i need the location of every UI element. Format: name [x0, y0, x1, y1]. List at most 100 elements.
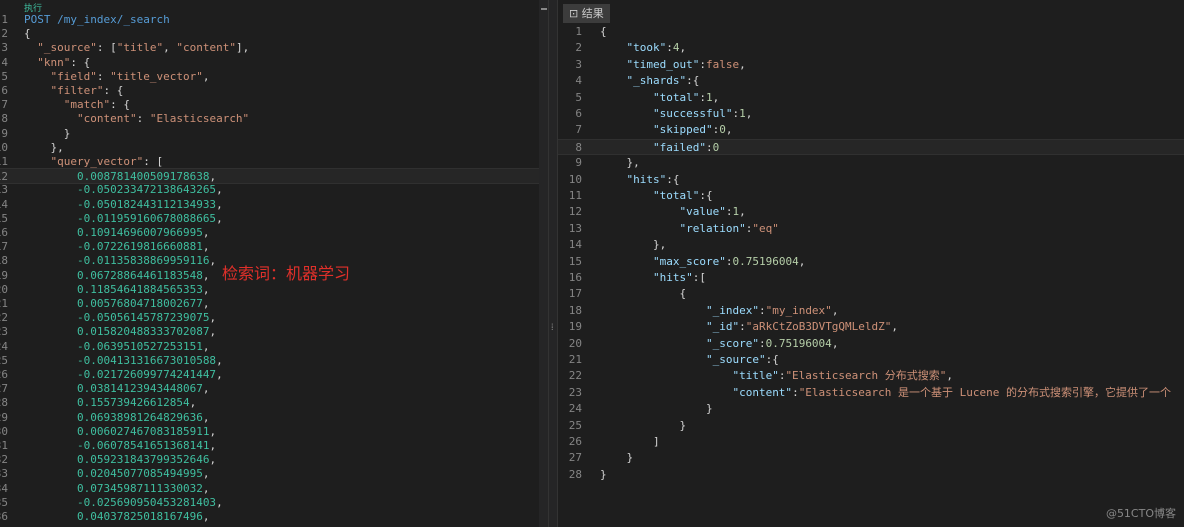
- code-token: },: [600, 238, 667, 252]
- code-line: 12 "value":1,: [558, 204, 1184, 220]
- code-token: -0.011959160678088665: [76, 211, 217, 225]
- code-token: "_index": [705, 303, 759, 317]
- code-line: 19 "_id":"aRkCtZoB3DVTgQMLeldZ",: [558, 319, 1184, 335]
- code-token: -0.021726099774241447: [76, 368, 217, 381]
- code-token: }: [600, 467, 607, 481]
- code-token: :: [136, 112, 150, 126]
- line-number: 12: [568, 205, 582, 219]
- code-token: -0.0722619816660881: [76, 240, 203, 254]
- line-number: 24: [568, 402, 582, 416]
- code-text: "hits":[: [600, 270, 706, 286]
- request-scrollbar[interactable]: [539, 0, 548, 527]
- code-token: -0.050233472138643265: [76, 183, 217, 197]
- code-token: ,: [216, 197, 223, 211]
- code-token: ,: [745, 107, 753, 120]
- line-number: 13: [568, 221, 582, 235]
- tab-results[interactable]: ⊡ 结果: [563, 4, 610, 23]
- code-token: :: [96, 69, 111, 83]
- code-token: ],: [235, 41, 250, 55]
- code-line: 7 "skipped":0,: [558, 122, 1184, 138]
- code-text: "relation":"eq": [600, 221, 778, 237]
- line-number: 2: [575, 41, 582, 55]
- code-token: ,: [209, 254, 217, 268]
- code-token: ,: [202, 382, 210, 396]
- code-line: 8 "failed":0: [558, 138, 1184, 155]
- code-token: ,: [209, 453, 217, 467]
- code-token: 0: [719, 123, 726, 137]
- request-scrollbar-thumb[interactable]: [541, 8, 547, 10]
- line-number: 1: [575, 25, 582, 38]
- code-token: "total": [652, 189, 700, 202]
- code-token: -0.050182443112134933: [76, 197, 217, 211]
- code-token: "query_vector": [50, 155, 144, 168]
- line-number: 9: [575, 156, 582, 170]
- code-text: "total":{: [600, 188, 713, 204]
- code-text: {: [600, 24, 607, 40]
- request-editor[interactable]: 执行 1 POST /my_index/_search 2{3 "_source":…: [0, 0, 548, 527]
- code-token: -0.025690950453281403: [76, 495, 217, 509]
- code-token: "content": [732, 385, 793, 399]
- code-text: "skipped":0,: [600, 122, 732, 138]
- code-token: 0.155739426612854: [76, 396, 190, 410]
- code-token: 0.10914696007966995: [76, 226, 203, 239]
- code-token: ,: [202, 297, 210, 310]
- code-line: 23 "content":"Elasticsearch 是一个基于 Lucene…: [558, 385, 1184, 401]
- code-token: ,: [216, 183, 223, 197]
- code-token: ,: [798, 254, 806, 268]
- code-line: 26 ]: [558, 434, 1184, 450]
- code-line: 4 "_shards":{: [558, 73, 1184, 89]
- line-number: 28: [568, 467, 582, 481]
- code-token: ,: [679, 41, 687, 55]
- line-number: 8: [575, 140, 582, 154]
- code-token: {: [600, 25, 607, 38]
- code-text: "content":"Elasticsearch 是一个基于 Lucene 的分…: [600, 385, 1171, 401]
- code-token: ,: [831, 303, 839, 317]
- code-token: :: [758, 303, 766, 317]
- code-token: }: [600, 451, 634, 465]
- pane-splitter[interactable]: [548, 0, 558, 527]
- code-token: ,: [163, 41, 177, 55]
- code-token: "Elasticsearch": [149, 112, 250, 126]
- code-line: 16 "hits":[: [558, 270, 1184, 286]
- code-token: "_shards": [626, 74, 687, 88]
- code-token: "hits": [652, 271, 693, 284]
- code-text: },: [600, 237, 666, 253]
- code-token: 0.02045077085494995: [76, 467, 203, 481]
- code-token: },: [24, 140, 64, 154]
- code-token: :{: [686, 74, 700, 88]
- response-viewer: ⊡ 结果 1{2 "took":4, 3 "timed_out":false, 4 …: [558, 0, 1184, 527]
- splitter-grip-icon[interactable]: ⁞: [551, 322, 554, 333]
- code-token: -0.01135838869959116: [76, 254, 210, 268]
- code-line: 9 },: [558, 155, 1184, 171]
- code-line: 27 }: [558, 450, 1184, 466]
- code-text: "title":"Elasticsearch 分布式搜索",: [600, 368, 953, 384]
- code-token: }: [600, 418, 687, 432]
- code-token: "total": [652, 90, 700, 104]
- code-text: "_id":"aRkCtZoB3DVTgQMLeldZ",: [600, 319, 898, 335]
- search-term-annotation: 检索词：机器学习: [222, 264, 351, 283]
- code-token: ,: [202, 339, 210, 353]
- code-text: },: [600, 155, 639, 171]
- line-number: 22: [568, 369, 582, 383]
- code-token: 0.00576804718002677: [76, 297, 203, 310]
- code-token: ,: [202, 410, 210, 424]
- code-token: "_id": [705, 320, 740, 334]
- code-line: 6 "successful":1,: [558, 106, 1184, 122]
- code-token: : {: [70, 55, 91, 69]
- line-number: 10: [568, 172, 582, 186]
